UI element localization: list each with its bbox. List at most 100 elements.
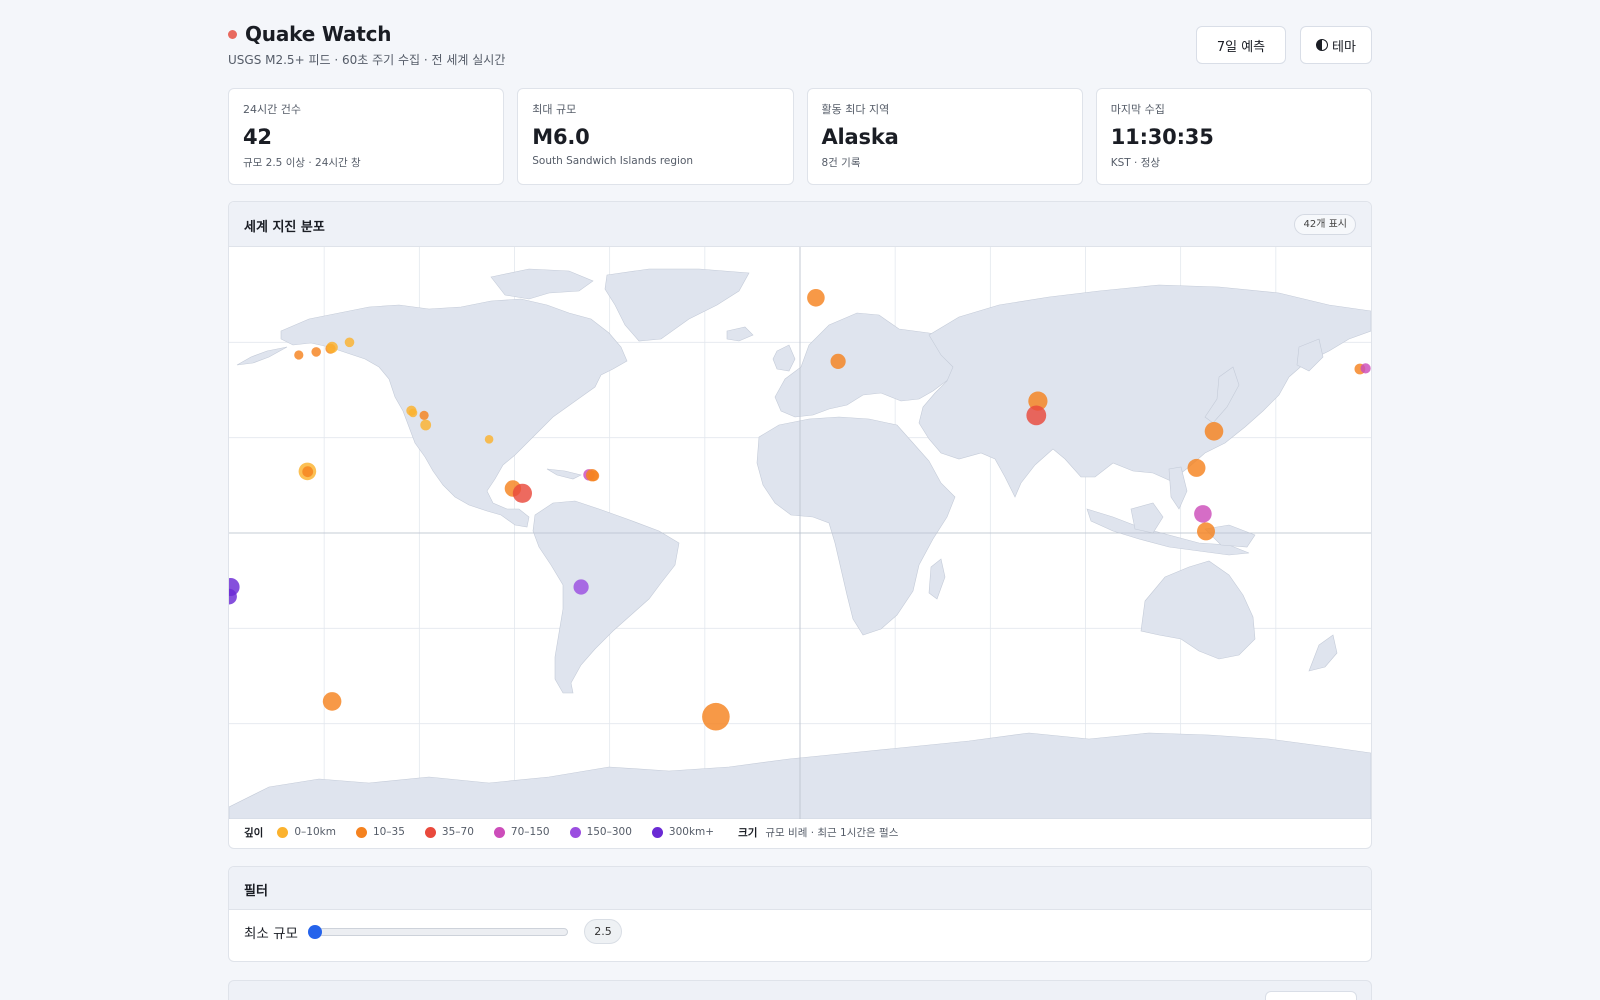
min-mag-filter: 최소 규모 2.5 <box>244 919 622 944</box>
quake-marker[interactable] <box>830 353 846 369</box>
slider-track[interactable] <box>311 927 568 936</box>
stat-card-top-region: 활동 최다 지역 Alaska 8건 기록 <box>806 88 1083 185</box>
filter-title: 필터 <box>244 884 268 899</box>
stat-label: 24시간 건수 <box>243 103 301 116</box>
legend-depth-title: 깊이 <box>244 826 264 839</box>
quake-marker[interactable] <box>484 435 494 444</box>
map-panel-header: 세계 지진 분포 42개 표시 <box>229 202 1371 247</box>
legend-dot-icon <box>569 826 581 838</box>
legend-dot-icon <box>424 826 436 838</box>
uk-shape <box>772 344 796 372</box>
filter-panel-header: 필터 <box>229 867 1371 910</box>
legend-label: 70–150 <box>510 826 550 838</box>
count-badge: 42개 표시 <box>1294 214 1356 235</box>
quake-marker[interactable] <box>588 470 600 482</box>
header: Quake Watch USGS M2.5+ 피드 · 60초 주기 수집 · … <box>228 0 1372 88</box>
app-container: Quake Watch USGS M2.5+ 피드 · 60초 주기 수집 · … <box>228 0 1372 1000</box>
quake-marker[interactable] <box>294 350 304 360</box>
min-mag-value: 2.5 <box>583 919 622 944</box>
title-row: Quake Watch <box>228 22 392 46</box>
forecast-button-label: 7일 예측 <box>1216 39 1266 55</box>
arctic-islands-shape <box>490 268 594 300</box>
quake-marker[interactable] <box>419 410 429 420</box>
stat-card-max-mag: 최대 규모 M6.0 South Sandwich Islands region <box>517 88 794 185</box>
legend-label: 0–10km <box>294 826 336 838</box>
legend-label: 10–35 <box>372 826 405 838</box>
quake-marker[interactable] <box>311 347 321 357</box>
header-actions: 7일 예측 테마 <box>1196 26 1372 64</box>
new-zealand-shape <box>1308 634 1338 672</box>
legend-label: 300km+ <box>668 826 715 838</box>
legend-dot-icon <box>651 826 663 838</box>
map-legend: 깊이 0–10km 10–35 35–70 70–150 150–300 300… <box>244 822 898 842</box>
stat-label: 활동 최다 지역 <box>821 103 890 116</box>
australia-shape <box>1140 560 1256 660</box>
quake-marker[interactable] <box>512 483 532 503</box>
filter-panel: 필터 최소 규모 2.5 <box>228 866 1372 962</box>
north-america-shape <box>280 298 628 528</box>
stat-card-last-fetch: 마지막 수집 11:30:35 KST · 정상 <box>1095 88 1372 185</box>
legend-item: 35–70 <box>424 826 474 838</box>
stat-card-count: 24시간 건수 42 규모 2.5 이상 · 24시간 창 <box>228 88 505 185</box>
stat-label: 최대 규모 <box>532 103 577 116</box>
world-map-svg[interactable] <box>229 247 1371 819</box>
quake-marker[interactable] <box>420 419 432 431</box>
app-subtitle: USGS M2.5+ 피드 · 60초 주기 수집 · 전 세계 실시간 <box>228 53 506 67</box>
legend-size-note: 규모 비례 · 최근 1시간은 펄스 <box>765 826 899 839</box>
quake-marker[interactable] <box>302 466 314 478</box>
quake-marker[interactable] <box>1204 422 1224 441</box>
quake-marker[interactable] <box>573 579 589 595</box>
legend-dot-icon <box>493 826 505 838</box>
slider-thumb[interactable] <box>307 924 322 939</box>
legend-item: 150–300 <box>569 826 632 838</box>
south-america-shape <box>532 500 680 694</box>
min-mag-label: 최소 규모 <box>244 925 298 942</box>
asia-shape <box>918 284 1371 498</box>
quake-marker[interactable] <box>326 341 338 354</box>
quake-marker[interactable] <box>1360 363 1371 374</box>
map-title: 세계 지진 분포 <box>244 220 325 235</box>
half-circle-icon <box>1316 39 1329 51</box>
stat-note: 8건 기록 <box>821 157 861 169</box>
legend-item: 300km+ <box>651 826 715 838</box>
iceland-shape <box>726 326 754 342</box>
legend-label: 35–70 <box>441 826 474 838</box>
quake-marker[interactable] <box>344 337 355 348</box>
legend-dot-icon <box>355 826 367 838</box>
quake-marker[interactable] <box>702 702 730 731</box>
africa-shape <box>756 416 956 636</box>
borneo-shape <box>1130 502 1164 534</box>
theme-button-label: 테마 <box>1332 39 1356 55</box>
legend-size-title: 크기 <box>738 826 758 839</box>
theme-button[interactable]: 테마 <box>1300 26 1372 64</box>
legend-item: 10–35 <box>355 826 405 838</box>
greenland-shape <box>604 268 750 342</box>
quake-marker[interactable] <box>1194 505 1212 523</box>
quake-marker[interactable] <box>807 289 825 307</box>
stat-label: 마지막 수집 <box>1110 103 1165 116</box>
world-map[interactable] <box>229 247 1371 819</box>
quake-marker[interactable] <box>1026 405 1047 426</box>
min-mag-slider[interactable] <box>307 922 568 942</box>
legend-label: 150–300 <box>586 826 632 838</box>
stat-note: 규모 2.5 이상 · 24시간 창 <box>243 157 361 169</box>
stat-note: KST · 정상 <box>1110 157 1161 169</box>
map-panel: 세계 지진 분포 42개 표시 깊이 0–10km 10–35 35–70 70… <box>228 201 1372 849</box>
legend-item: 70–150 <box>493 826 550 838</box>
stat-value: Alaska <box>821 125 899 149</box>
forecast-button[interactable]: 7일 예측 <box>1196 26 1286 64</box>
legend-item: 0–10km <box>277 826 336 838</box>
next-panel-button[interactable] <box>1265 991 1357 1000</box>
live-indicator-icon <box>228 29 237 39</box>
quake-marker[interactable] <box>408 408 418 418</box>
madagascar-shape <box>928 558 946 600</box>
quake-marker[interactable] <box>1197 522 1215 541</box>
next-panel-header <box>228 980 1372 1000</box>
stat-value: M6.0 <box>532 125 590 149</box>
quake-marker[interactable] <box>322 692 342 711</box>
stat-value: 42 <box>243 125 272 149</box>
stat-value: 11:30:35 <box>1110 125 1214 149</box>
legend-dot-icon <box>277 826 289 838</box>
app-title: Quake Watch <box>245 22 392 46</box>
quake-marker[interactable] <box>1187 458 1206 477</box>
